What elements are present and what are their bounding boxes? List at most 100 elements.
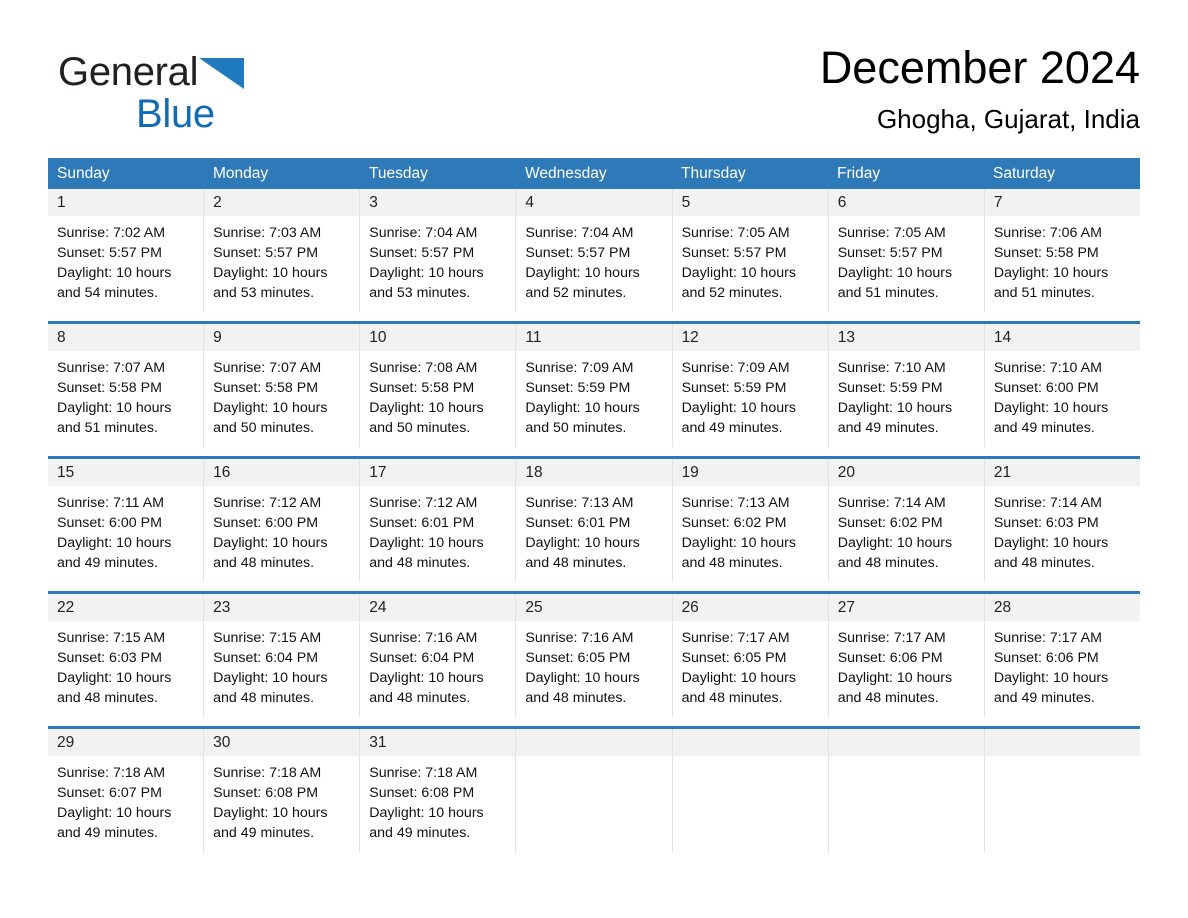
sunset-text: Sunset: 6:04 PM bbox=[213, 650, 319, 666]
daylight-text-line1: Daylight: 10 hours bbox=[57, 805, 172, 821]
sunrise-text: Sunrise: 7:15 AM bbox=[213, 630, 322, 646]
day-cell[interactable]: 29 Sunrise: 7:18 AM Sunset: 6:07 PM Dayl… bbox=[48, 729, 205, 852]
sunset-text: Sunset: 6:05 PM bbox=[681, 650, 787, 666]
day-cell[interactable]: 4 Sunrise: 7:04 AM Sunset: 5:57 PM Dayli… bbox=[516, 189, 673, 312]
daylight-text-line1: Daylight: 10 hours bbox=[993, 265, 1109, 281]
day-cell[interactable]: 11 Sunrise: 7:09 AM Sunset: 5:59 PM Dayl… bbox=[516, 324, 673, 447]
day-number: 22 bbox=[57, 599, 75, 616]
sunrise-text: Sunrise: 7:09 AM bbox=[525, 360, 634, 376]
day-cell[interactable]: 7 Sunrise: 7:06 AM Sunset: 5:58 PM Dayli… bbox=[984, 189, 1140, 312]
sunrise-text: Sunrise: 7:17 AM bbox=[993, 630, 1102, 646]
sunrise-text: Sunrise: 7:11 AM bbox=[57, 495, 164, 511]
generalblue-logo[interactable]: General Blue bbox=[58, 50, 348, 146]
daylight-text-line1: Daylight: 10 hours bbox=[213, 535, 328, 551]
day-details: Sunrise: 7:18 AM Sunset: 6:08 PM Dayligh… bbox=[360, 756, 515, 843]
day-cell[interactable]: 17 Sunrise: 7:12 AM Sunset: 6:01 PM Dayl… bbox=[360, 459, 517, 582]
day-cell[interactable]: 5 Sunrise: 7:05 AM Sunset: 5:57 PM Dayli… bbox=[672, 189, 829, 312]
day-details: Sunrise: 7:05 AM Sunset: 5:57 PM Dayligh… bbox=[829, 216, 984, 303]
sunset-text: Sunset: 6:08 PM bbox=[369, 785, 475, 801]
weekday-header-saturday: Saturday bbox=[993, 165, 1056, 182]
daylight-text-line2: and 53 minutes. bbox=[213, 285, 315, 301]
day-cell[interactable]: 12 Sunrise: 7:09 AM Sunset: 5:59 PM Dayl… bbox=[672, 324, 829, 447]
sunrise-text: Sunrise: 7:05 AM bbox=[681, 225, 790, 241]
day-number-band: 17 bbox=[360, 459, 516, 486]
day-cell[interactable]: 27 Sunrise: 7:17 AM Sunset: 6:06 PM Dayl… bbox=[828, 594, 985, 717]
daylight-text-line2: and 52 minutes. bbox=[681, 285, 783, 301]
sunrise-text: Sunrise: 7:14 AM bbox=[993, 495, 1102, 511]
day-cell[interactable]: 22 Sunrise: 7:15 AM Sunset: 6:03 PM Dayl… bbox=[48, 594, 205, 717]
day-details: Sunrise: 7:14 AM Sunset: 6:02 PM Dayligh… bbox=[829, 486, 984, 573]
day-number-band: 27 bbox=[828, 594, 984, 621]
day-cell[interactable]: 24 Sunrise: 7:16 AM Sunset: 6:04 PM Dayl… bbox=[360, 594, 517, 717]
day-cell[interactable]: 19 Sunrise: 7:13 AM Sunset: 6:02 PM Dayl… bbox=[672, 459, 829, 582]
sunrise-text: Sunrise: 7:13 AM bbox=[525, 495, 634, 511]
day-cell[interactable]: 8 Sunrise: 7:07 AM Sunset: 5:58 PM Dayli… bbox=[48, 324, 205, 447]
sunset-text: Sunset: 6:00 PM bbox=[993, 380, 1099, 396]
sunset-text: Sunset: 6:06 PM bbox=[837, 650, 943, 666]
sunrise-text: Sunrise: 7:09 AM bbox=[681, 360, 790, 376]
day-details: Sunrise: 7:16 AM Sunset: 6:05 PM Dayligh… bbox=[516, 621, 671, 708]
day-details: Sunrise: 7:03 AM Sunset: 5:57 PM Dayligh… bbox=[204, 216, 359, 303]
daylight-text-line2: and 48 minutes. bbox=[993, 555, 1095, 571]
day-number: 21 bbox=[993, 464, 1012, 481]
calendar-grid: Sunday Monday Tuesday Wednesday Thursday… bbox=[48, 158, 1140, 852]
daylight-text-line1: Daylight: 10 hours bbox=[993, 535, 1109, 551]
weekday-header-friday: Friday bbox=[837, 165, 881, 182]
day-number-band: 15 bbox=[48, 459, 204, 486]
sunrise-text: Sunrise: 7:07 AM bbox=[213, 360, 322, 376]
day-number: 15 bbox=[57, 464, 75, 481]
sunset-text: Sunset: 6:06 PM bbox=[993, 650, 1099, 666]
day-details: Sunrise: 7:04 AM Sunset: 5:57 PM Dayligh… bbox=[360, 216, 515, 303]
day-details: Sunrise: 7:07 AM Sunset: 5:58 PM Dayligh… bbox=[48, 351, 203, 438]
day-number-band: 6 bbox=[828, 189, 984, 216]
daylight-text-line2: and 48 minutes. bbox=[525, 555, 627, 571]
day-cell[interactable]: 21 Sunrise: 7:14 AM Sunset: 6:03 PM Dayl… bbox=[984, 459, 1140, 582]
day-cell[interactable]: 25 Sunrise: 7:16 AM Sunset: 6:05 PM Dayl… bbox=[516, 594, 673, 717]
logo-text-general: General bbox=[58, 50, 199, 94]
day-number-band: 3 bbox=[360, 189, 516, 216]
sunrise-text: Sunrise: 7:18 AM bbox=[369, 765, 478, 781]
day-cell-empty bbox=[828, 729, 985, 852]
sunset-text: Sunset: 6:00 PM bbox=[57, 515, 162, 531]
day-cell[interactable]: 26 Sunrise: 7:17 AM Sunset: 6:05 PM Dayl… bbox=[672, 594, 829, 717]
day-cell[interactable]: 6 Sunrise: 7:05 AM Sunset: 5:57 PM Dayli… bbox=[828, 189, 985, 312]
page-header: General Blue December 2024 Ghogha, Gujar… bbox=[48, 40, 1140, 150]
day-cell[interactable]: 31 Sunrise: 7:18 AM Sunset: 6:08 PM Dayl… bbox=[360, 729, 517, 852]
daylight-text-line1: Daylight: 10 hours bbox=[837, 670, 953, 686]
day-number-band: 2 bbox=[204, 189, 360, 216]
day-number-band: 30 bbox=[204, 729, 360, 756]
day-cell[interactable]: 23 Sunrise: 7:15 AM Sunset: 6:04 PM Dayl… bbox=[204, 594, 361, 717]
sunset-text: Sunset: 6:02 PM bbox=[837, 515, 943, 531]
day-number: 19 bbox=[681, 464, 699, 481]
day-number-band: 23 bbox=[204, 594, 360, 621]
day-cell[interactable]: 28 Sunrise: 7:17 AM Sunset: 6:06 PM Dayl… bbox=[984, 594, 1140, 717]
day-cell[interactable]: 15 Sunrise: 7:11 AM Sunset: 6:00 PM Dayl… bbox=[48, 459, 205, 582]
day-number-band: 22 bbox=[48, 594, 204, 621]
day-number-band: 9 bbox=[204, 324, 360, 351]
day-cell[interactable]: 10 Sunrise: 7:08 AM Sunset: 5:58 PM Dayl… bbox=[360, 324, 517, 447]
day-cell[interactable]: 16 Sunrise: 7:12 AM Sunset: 6:00 PM Dayl… bbox=[204, 459, 361, 582]
day-number-band: 13 bbox=[828, 324, 984, 351]
daylight-text-line2: and 50 minutes. bbox=[369, 420, 471, 436]
day-cell[interactable]: 20 Sunrise: 7:14 AM Sunset: 6:02 PM Dayl… bbox=[828, 459, 985, 582]
sunrise-text: Sunrise: 7:13 AM bbox=[681, 495, 790, 511]
daylight-text-line1: Daylight: 10 hours bbox=[681, 400, 796, 416]
weekday-header-thursday: Thursday bbox=[681, 165, 746, 182]
day-cell[interactable]: 13 Sunrise: 7:10 AM Sunset: 5:59 PM Dayl… bbox=[828, 324, 985, 447]
daylight-text-line2: and 51 minutes. bbox=[57, 420, 158, 436]
day-details: Sunrise: 7:13 AM Sunset: 6:02 PM Dayligh… bbox=[673, 486, 828, 573]
day-cell[interactable]: 9 Sunrise: 7:07 AM Sunset: 5:58 PM Dayli… bbox=[204, 324, 361, 447]
day-number-band: 11 bbox=[516, 324, 672, 351]
day-cell[interactable]: 14 Sunrise: 7:10 AM Sunset: 6:00 PM Dayl… bbox=[984, 324, 1140, 447]
calendar-page: General Blue December 2024 Ghogha, Gujar… bbox=[0, 0, 1188, 918]
day-details: Sunrise: 7:15 AM Sunset: 6:04 PM Dayligh… bbox=[204, 621, 359, 708]
day-cell[interactable]: 1 Sunrise: 7:02 AM Sunset: 5:57 PM Dayli… bbox=[48, 189, 205, 312]
day-cell[interactable]: 18 Sunrise: 7:13 AM Sunset: 6:01 PM Dayl… bbox=[516, 459, 673, 582]
day-details: Sunrise: 7:05 AM Sunset: 5:57 PM Dayligh… bbox=[673, 216, 828, 303]
day-cell[interactable]: 30 Sunrise: 7:18 AM Sunset: 6:08 PM Dayl… bbox=[204, 729, 361, 852]
page-title: December 2024 bbox=[819, 42, 1140, 93]
day-cell[interactable]: 2 Sunrise: 7:03 AM Sunset: 5:57 PM Dayli… bbox=[204, 189, 361, 312]
sunset-text: Sunset: 6:00 PM bbox=[213, 515, 319, 531]
day-cell[interactable]: 3 Sunrise: 7:04 AM Sunset: 5:57 PM Dayli… bbox=[360, 189, 517, 312]
daylight-text-line1: Daylight: 10 hours bbox=[213, 265, 328, 281]
